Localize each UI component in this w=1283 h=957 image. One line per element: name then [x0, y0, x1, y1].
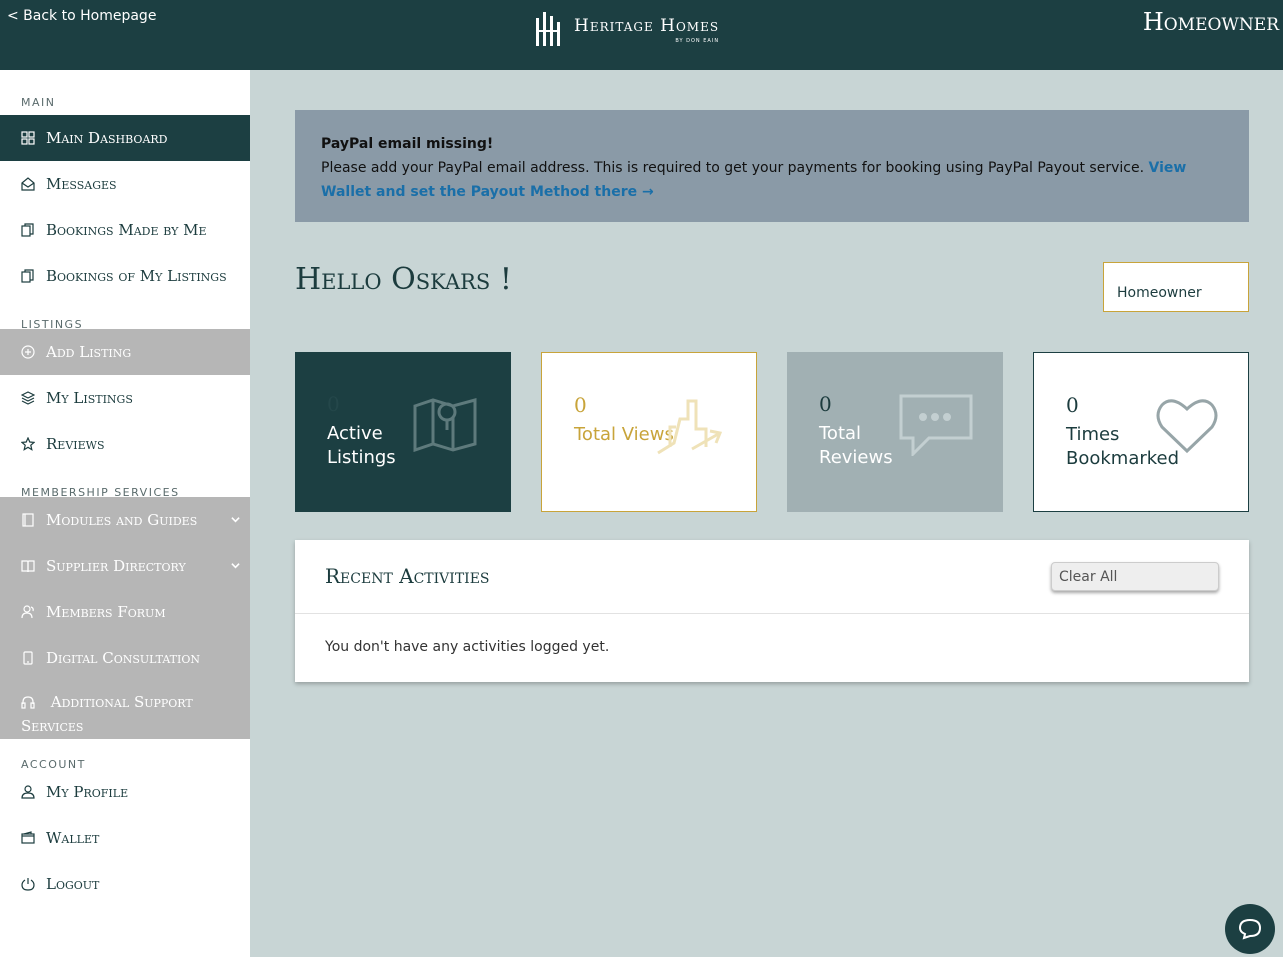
sidebar-item-messages[interactable]: Messages — [0, 161, 250, 207]
sidebar-item-label: Logout — [46, 875, 100, 893]
sidebar-item-reviews[interactable]: Reviews — [0, 421, 250, 467]
logo-title: Heritage Homes — [574, 16, 720, 36]
sidebar: MAIN Main Dashboard Messages Bookings Ma… — [0, 70, 250, 957]
sidebar-item-bookings-of-my-listings[interactable]: Bookings of My Listings — [0, 253, 250, 299]
user-icon — [21, 785, 35, 799]
recent-activities-panel: Recent Activities Clear All You don't ha… — [295, 540, 1249, 682]
sidebar-item-supplier-directory[interactable]: Supplier Directory — [0, 543, 250, 589]
logo-subtitle: BY DON EAIN — [675, 38, 720, 44]
chat-bubble-icon — [899, 394, 973, 456]
sidebar-item-wallet[interactable]: Wallet — [0, 815, 250, 861]
chevron-down-icon[interactable] — [231, 515, 240, 524]
sidebar-item-label: Members Forum — [46, 603, 166, 621]
sidebar-item-label: Bookings of My Listings — [46, 267, 227, 285]
sidebar-item-bookings-made-by-me[interactable]: Bookings Made by Me — [0, 207, 250, 253]
sidebar-item-additional-support[interactable]: Additional Support Services — [0, 681, 250, 739]
stat-card-active-listings[interactable]: 0 Active Listings — [295, 352, 511, 512]
sidebar-item-add-listing[interactable]: Add Listing — [0, 329, 250, 375]
book-icon — [22, 513, 34, 527]
back-to-homepage-link[interactable]: < Back to Homepage — [7, 8, 156, 24]
sidebar-item-label: Reviews — [46, 435, 105, 453]
copy-icon — [21, 269, 34, 283]
sidebar-item-my-listings[interactable]: My Listings — [0, 375, 250, 421]
role-badge: Homeowner — [1103, 262, 1249, 312]
chevron-down-icon[interactable] — [231, 561, 240, 570]
sidebar-item-logout[interactable]: Logout — [0, 861, 250, 907]
chart-growth-icon — [657, 399, 723, 455]
grid-icon — [21, 131, 35, 145]
logo-mark-icon — [536, 12, 560, 46]
stat-card-times-bookmarked[interactable]: 0 Times Bookmarked — [1033, 352, 1249, 512]
paypal-missing-alert: PayPal email missing! Please add your Pa… — [295, 110, 1249, 222]
headphones-icon — [21, 696, 35, 709]
sidebar-item-modules-and-guides[interactable]: Modules and Guides — [0, 497, 250, 543]
header-role-title: Homeowner — [1142, 8, 1279, 36]
sidebar-item-label: Messages — [46, 175, 117, 193]
sidebar-item-label: Add Listing — [46, 343, 132, 361]
open-book-icon — [21, 560, 35, 573]
chat-support-button[interactable] — [1225, 904, 1275, 954]
section-label-membership: MEMBERSHIP SERVICES — [21, 486, 180, 499]
recent-activities-header: Recent Activities Clear All — [295, 540, 1249, 614]
sidebar-item-my-profile[interactable]: My Profile — [0, 769, 250, 815]
sidebar-item-label: Modules and Guides — [46, 511, 198, 529]
section-label-account: ACCOUNT — [21, 758, 86, 771]
section-label-listings: LISTINGS — [21, 318, 84, 331]
wallet-icon — [21, 831, 35, 844]
sidebar-item-label: Bookings Made by Me — [46, 221, 207, 239]
alert-body: Please add your PayPal email address. Th… — [321, 156, 1223, 204]
heritage-homes-logo[interactable]: Heritage Homes BY DON EAIN — [534, 12, 719, 48]
sidebar-item-label: Wallet — [46, 829, 100, 847]
star-icon — [21, 437, 35, 451]
alert-message: Please add your PayPal email address. Th… — [321, 160, 1145, 176]
sidebar-item-main-dashboard[interactable]: Main Dashboard — [0, 115, 250, 161]
page-title: Hello Oskars ! — [295, 262, 512, 297]
power-icon — [21, 878, 35, 891]
envelope-open-icon — [21, 177, 35, 191]
sidebar-item-label: My Listings — [46, 389, 133, 407]
layers-icon — [21, 391, 35, 405]
users-icon — [21, 605, 34, 619]
sidebar-item-label: Main Dashboard — [46, 129, 168, 147]
mobile-phone-icon — [23, 651, 33, 665]
sidebar-item-label: My Profile — [46, 783, 129, 801]
sidebar-item-label: Digital Consultation — [46, 649, 200, 667]
copy-icon — [21, 223, 34, 237]
stat-card-total-views[interactable]: 0 Total Views — [541, 352, 757, 512]
sidebar-item-digital-consultation[interactable]: Digital Consultation — [0, 635, 250, 681]
alert-title: PayPal email missing! — [321, 136, 494, 152]
section-label-main: MAIN — [21, 96, 56, 109]
clear-all-button[interactable]: Clear All — [1051, 562, 1219, 591]
sidebar-item-label: Additional Support Services — [21, 693, 193, 735]
recent-activities-title: Recent Activities — [325, 564, 490, 588]
top-header: < Back to Homepage Heritage Homes BY DON… — [0, 0, 1283, 70]
sidebar-item-members-forum[interactable]: Members Forum — [0, 589, 250, 635]
activities-empty-text: You don't have any activities logged yet… — [325, 639, 610, 655]
sidebar-item-label: Supplier Directory — [46, 557, 186, 575]
heart-icon — [1156, 399, 1218, 454]
stat-card-total-reviews[interactable]: 0 Total Reviews — [787, 352, 1003, 512]
chat-icon — [1238, 918, 1262, 940]
plus-circle-icon — [21, 345, 35, 359]
map-icon — [413, 398, 477, 452]
